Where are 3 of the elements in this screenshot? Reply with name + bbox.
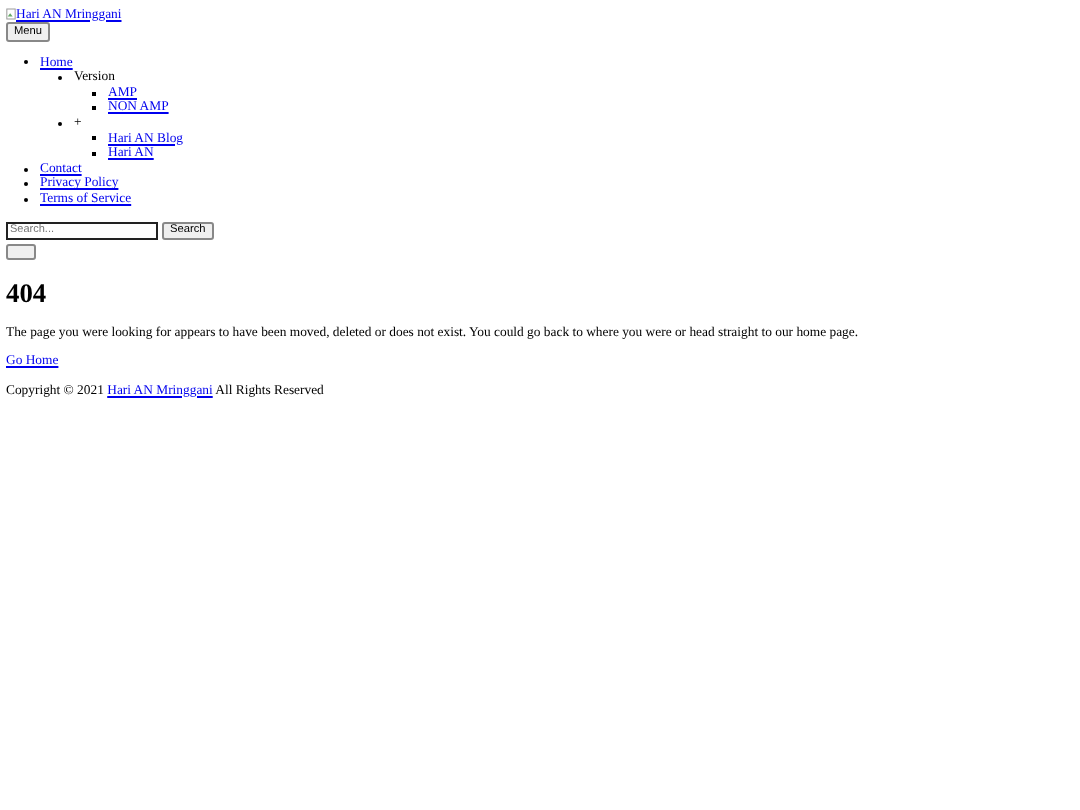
error-heading: 404	[6, 278, 49, 309]
broken-image-icon	[6, 7, 16, 19]
blank-button[interactable]	[6, 243, 36, 261]
